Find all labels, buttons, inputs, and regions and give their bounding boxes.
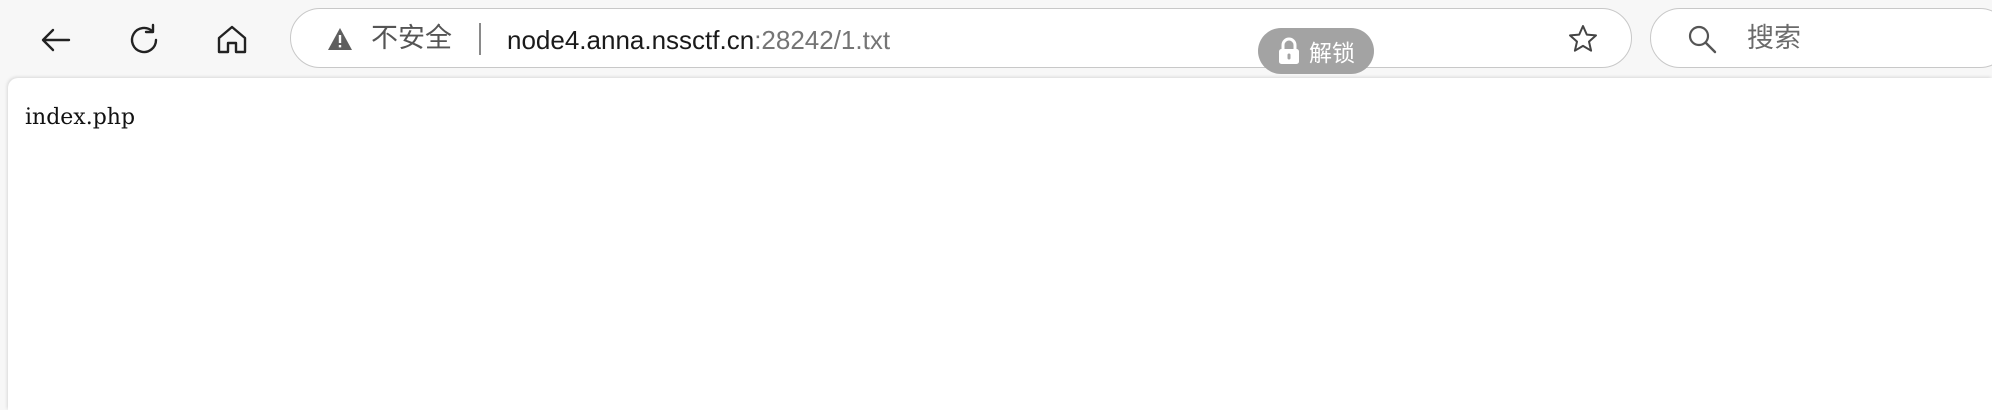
security-status-label[interactable]: 不安全 — [371, 22, 452, 56]
address-bar[interactable]: 不安全 node4.anna.nssctf.cn:28242/1.txt — [290, 8, 1632, 68]
search-placeholder[interactable]: 搜索 — [1747, 22, 1801, 56]
file-content-text: index.php — [25, 105, 136, 130]
url-path: :28242/1.txt — [754, 25, 891, 55]
url-host: node4.anna.nssctf.cn — [507, 25, 755, 55]
refresh-icon — [130, 23, 158, 54]
browser-toolbar: 不安全 node4.anna.nssctf.cn:28242/1.txt 解锁 … — [0, 0, 1992, 78]
home-icon — [217, 25, 247, 54]
star-icon — [1569, 25, 1597, 52]
home-button[interactable] — [206, 14, 258, 66]
url-text[interactable]: node4.anna.nssctf.cn:28242/1.txt — [507, 23, 890, 57]
address-divider — [479, 23, 481, 55]
search-icon — [1688, 25, 1717, 54]
favorite-button[interactable] — [1565, 21, 1601, 57]
unlock-label: 解锁 — [1309, 41, 1355, 67]
back-button[interactable] — [30, 14, 82, 66]
reload-button[interactable] — [118, 14, 170, 66]
warning-triangle-icon[interactable] — [327, 27, 353, 51]
lock-icon — [1279, 37, 1299, 64]
unlock-button[interactable]: 解锁 — [1258, 28, 1374, 74]
arrow-left-icon — [41, 28, 71, 52]
page-content: index.php — [8, 78, 1992, 410]
search-box[interactable]: 搜索 — [1650, 8, 1992, 68]
